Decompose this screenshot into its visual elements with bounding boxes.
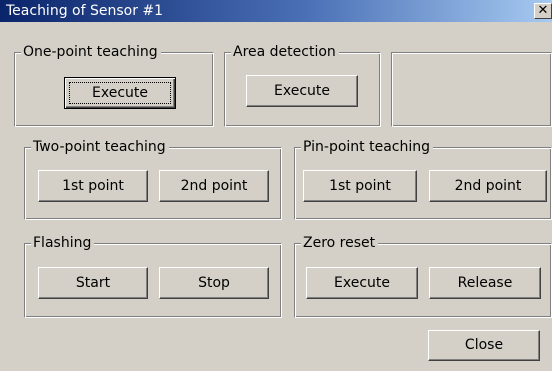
group-one-point-teaching: One-point teaching Execute: [14, 43, 214, 127]
title-close-button[interactable]: ✕: [534, 3, 552, 19]
flashing-stop-button[interactable]: Stop: [159, 267, 269, 299]
window-title: Teaching of Sensor #1: [6, 3, 164, 19]
two-point-second-button[interactable]: 2nd point: [159, 170, 269, 202]
group-label-flashing: Flashing: [31, 234, 95, 252]
pin-point-second-label: 2nd point: [454, 178, 522, 194]
group-empty: [391, 52, 552, 127]
close-button-label: Close: [464, 337, 504, 353]
group-zero-reset: Zero reset Execute Release: [294, 234, 552, 318]
zero-reset-execute-label: Execute: [334, 275, 390, 291]
pin-point-first-label: 1st point: [329, 178, 391, 194]
close-icon: ✕: [537, 3, 549, 18]
group-pin-point-teaching: Pin-point teaching 1st point 2nd point: [294, 138, 552, 220]
group-area-detection: Area detection Execute: [224, 43, 381, 127]
one-point-execute-label: Execute: [92, 85, 148, 101]
close-button[interactable]: Close: [428, 330, 540, 361]
pin-point-second-button[interactable]: 2nd point: [429, 170, 547, 202]
area-execute-button[interactable]: Execute: [246, 75, 358, 107]
pin-point-first-button[interactable]: 1st point: [303, 170, 417, 202]
area-execute-label: Execute: [274, 83, 330, 99]
one-point-execute-button[interactable]: Execute: [64, 77, 176, 109]
group-label-pin-point-teaching: Pin-point teaching: [301, 138, 434, 156]
group-label-area-detection: Area detection: [231, 43, 339, 61]
zero-reset-release-button[interactable]: Release: [429, 267, 541, 299]
two-point-first-label: 1st point: [62, 178, 124, 194]
group-label-one-point-teaching: One-point teaching: [21, 43, 161, 61]
flashing-start-button[interactable]: Start: [38, 267, 148, 299]
group-label-zero-reset: Zero reset: [301, 234, 379, 252]
two-point-first-button[interactable]: 1st point: [38, 170, 148, 202]
zero-reset-release-label: Release: [457, 275, 513, 291]
two-point-second-label: 2nd point: [180, 178, 248, 194]
group-two-point-teaching: Two-point teaching 1st point 2nd point: [24, 138, 282, 220]
group-flashing: Flashing Start Stop: [24, 234, 282, 318]
title-bar[interactable]: Teaching of Sensor #1 ✕: [0, 0, 552, 22]
zero-reset-execute-button[interactable]: Execute: [306, 267, 418, 299]
flashing-stop-label: Stop: [198, 275, 230, 291]
teaching-dialog: Teaching of Sensor #1 ✕ One-point teachi…: [0, 0, 552, 371]
group-label-two-point-teaching: Two-point teaching: [31, 138, 169, 156]
flashing-start-label: Start: [75, 275, 111, 291]
